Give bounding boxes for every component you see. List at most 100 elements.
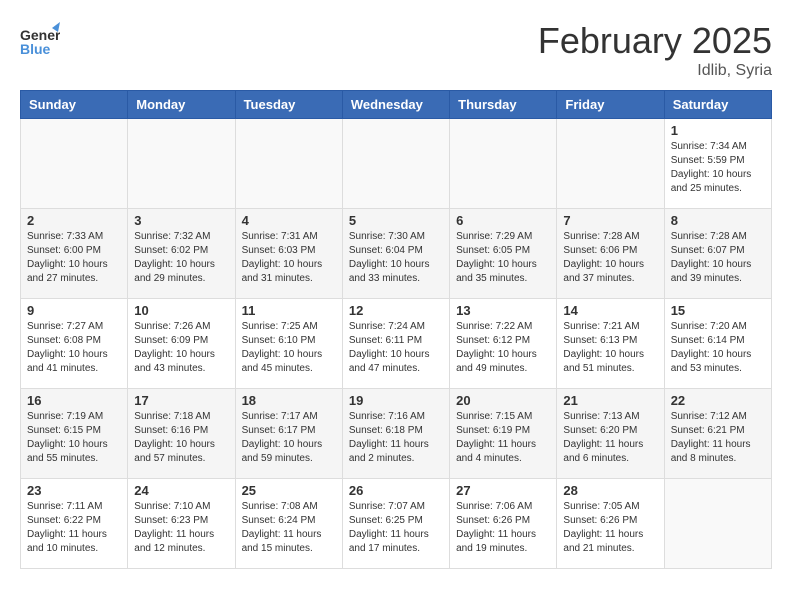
day-info: Sunrise: 7:06 AM Sunset: 6:26 PM Dayligh…: [456, 500, 550, 556]
week-row-5: 23 Sunrise: 7:11 AM Sunset: 6:22 PM Dayli…: [21, 479, 772, 569]
day-number: 21: [563, 393, 657, 408]
day-cell: 1 Sunrise: 7:34 AM Sunset: 5:59 PM Daylig…: [664, 119, 771, 209]
day-cell: [21, 119, 128, 209]
day-info: Sunrise: 7:16 AM Sunset: 6:18 PM Dayligh…: [349, 410, 443, 466]
day-number: 20: [456, 393, 550, 408]
day-info: Sunrise: 7:28 AM Sunset: 6:07 PM Dayligh…: [671, 230, 765, 286]
weekday-header-row: SundayMondayTuesdayWednesdayThursdayFrid…: [21, 91, 772, 119]
weekday-header-friday: Friday: [557, 91, 664, 119]
day-info: Sunrise: 7:17 AM Sunset: 6:17 PM Dayligh…: [242, 410, 336, 466]
weekday-header-saturday: Saturday: [664, 91, 771, 119]
day-cell: 17 Sunrise: 7:18 AM Sunset: 6:16 PM Dayli…: [128, 389, 235, 479]
day-number: 28: [563, 483, 657, 498]
day-info: Sunrise: 7:25 AM Sunset: 6:10 PM Dayligh…: [242, 320, 336, 376]
day-number: 15: [671, 303, 765, 318]
day-number: 12: [349, 303, 443, 318]
day-number: 19: [349, 393, 443, 408]
day-info: Sunrise: 7:21 AM Sunset: 6:13 PM Dayligh…: [563, 320, 657, 376]
day-info: Sunrise: 7:28 AM Sunset: 6:06 PM Dayligh…: [563, 230, 657, 286]
day-number: 13: [456, 303, 550, 318]
day-cell: 24 Sunrise: 7:10 AM Sunset: 6:23 PM Dayli…: [128, 479, 235, 569]
day-info: Sunrise: 7:15 AM Sunset: 6:19 PM Dayligh…: [456, 410, 550, 466]
day-cell: [664, 479, 771, 569]
day-cell: 22 Sunrise: 7:12 AM Sunset: 6:21 PM Dayli…: [664, 389, 771, 479]
day-info: Sunrise: 7:34 AM Sunset: 5:59 PM Dayligh…: [671, 140, 765, 196]
day-number: 14: [563, 303, 657, 318]
day-info: Sunrise: 7:26 AM Sunset: 6:09 PM Dayligh…: [134, 320, 228, 376]
day-info: Sunrise: 7:12 AM Sunset: 6:21 PM Dayligh…: [671, 410, 765, 466]
day-number: 4: [242, 213, 336, 228]
weekday-header-sunday: Sunday: [21, 91, 128, 119]
day-number: 26: [349, 483, 443, 498]
day-cell: 21 Sunrise: 7:13 AM Sunset: 6:20 PM Dayli…: [557, 389, 664, 479]
day-number: 2: [27, 213, 121, 228]
day-cell: 27 Sunrise: 7:06 AM Sunset: 6:26 PM Dayli…: [450, 479, 557, 569]
day-cell: 9 Sunrise: 7:27 AM Sunset: 6:08 PM Daylig…: [21, 299, 128, 389]
day-cell: 16 Sunrise: 7:19 AM Sunset: 6:15 PM Dayli…: [21, 389, 128, 479]
day-cell: 10 Sunrise: 7:26 AM Sunset: 6:09 PM Dayli…: [128, 299, 235, 389]
week-row-2: 2Sunrise: 7:33 AM Sunset: 6:00 PM Daylig…: [21, 209, 772, 299]
day-cell: 20 Sunrise: 7:15 AM Sunset: 6:19 PM Dayli…: [450, 389, 557, 479]
day-number: 1: [671, 123, 765, 138]
week-row-3: 9 Sunrise: 7:27 AM Sunset: 6:08 PM Daylig…: [21, 299, 772, 389]
day-number: 17: [134, 393, 228, 408]
day-info: Sunrise: 7:31 AM Sunset: 6:03 PM Dayligh…: [242, 230, 336, 286]
location-subtitle: Idlib, Syria: [538, 62, 772, 80]
day-number: 11: [242, 303, 336, 318]
day-number: 8: [671, 213, 765, 228]
day-cell: 15 Sunrise: 7:20 AM Sunset: 6:14 PM Dayli…: [664, 299, 771, 389]
day-info: Sunrise: 7:18 AM Sunset: 6:16 PM Dayligh…: [134, 410, 228, 466]
day-info: Sunrise: 7:20 AM Sunset: 6:14 PM Dayligh…: [671, 320, 765, 376]
day-info: Sunrise: 7:05 AM Sunset: 6:26 PM Dayligh…: [563, 500, 657, 556]
day-info: Sunrise: 7:07 AM Sunset: 6:25 PM Dayligh…: [349, 500, 443, 556]
day-cell: 19 Sunrise: 7:16 AM Sunset: 6:18 PM Dayli…: [342, 389, 449, 479]
day-cell: 7Sunrise: 7:28 AM Sunset: 6:06 PM Daylig…: [557, 209, 664, 299]
day-info: Sunrise: 7:24 AM Sunset: 6:11 PM Dayligh…: [349, 320, 443, 376]
day-cell: 25Sunrise: 7:08 AM Sunset: 6:24 PM Dayli…: [235, 479, 342, 569]
calendar-table: SundayMondayTuesdayWednesdayThursdayFrid…: [20, 90, 772, 569]
week-row-1: 1 Sunrise: 7:34 AM Sunset: 5:59 PM Daylig…: [21, 119, 772, 209]
day-cell: [342, 119, 449, 209]
day-number: 10: [134, 303, 228, 318]
weekday-header-wednesday: Wednesday: [342, 91, 449, 119]
day-number: 24: [134, 483, 228, 498]
day-info: Sunrise: 7:27 AM Sunset: 6:08 PM Dayligh…: [27, 320, 121, 376]
day-number: 6: [456, 213, 550, 228]
page-header: General Blue February 2025 Idlib, Syria: [20, 20, 772, 80]
day-number: 5: [349, 213, 443, 228]
day-number: 27: [456, 483, 550, 498]
day-info: Sunrise: 7:19 AM Sunset: 6:15 PM Dayligh…: [27, 410, 121, 466]
day-cell: [128, 119, 235, 209]
month-year-title: February 2025: [538, 20, 772, 62]
day-info: Sunrise: 7:30 AM Sunset: 6:04 PM Dayligh…: [349, 230, 443, 286]
day-cell: 2Sunrise: 7:33 AM Sunset: 6:00 PM Daylig…: [21, 209, 128, 299]
day-info: Sunrise: 7:32 AM Sunset: 6:02 PM Dayligh…: [134, 230, 228, 286]
day-cell: 13 Sunrise: 7:22 AM Sunset: 6:12 PM Dayli…: [450, 299, 557, 389]
weekday-header-tuesday: Tuesday: [235, 91, 342, 119]
day-number: 9: [27, 303, 121, 318]
day-info: Sunrise: 7:08 AM Sunset: 6:24 PM Dayligh…: [242, 500, 336, 556]
day-number: 16: [27, 393, 121, 408]
day-number: 18: [242, 393, 336, 408]
day-cell: [557, 119, 664, 209]
day-info: Sunrise: 7:13 AM Sunset: 6:20 PM Dayligh…: [563, 410, 657, 466]
weekday-header-monday: Monday: [128, 91, 235, 119]
logo: General Blue: [20, 20, 60, 60]
day-cell: 23 Sunrise: 7:11 AM Sunset: 6:22 PM Dayli…: [21, 479, 128, 569]
title-block: February 2025 Idlib, Syria: [538, 20, 772, 80]
day-cell: 6Sunrise: 7:29 AM Sunset: 6:05 PM Daylig…: [450, 209, 557, 299]
day-number: 23: [27, 483, 121, 498]
day-cell: 11 Sunrise: 7:25 AM Sunset: 6:10 PM Dayli…: [235, 299, 342, 389]
day-cell: [235, 119, 342, 209]
day-info: Sunrise: 7:11 AM Sunset: 6:22 PM Dayligh…: [27, 500, 121, 556]
day-cell: 5 Sunrise: 7:30 AM Sunset: 6:04 PM Daylig…: [342, 209, 449, 299]
day-number: 3: [134, 213, 228, 228]
day-cell: 26 Sunrise: 7:07 AM Sunset: 6:25 PM Dayli…: [342, 479, 449, 569]
day-cell: 3 Sunrise: 7:32 AM Sunset: 6:02 PM Daylig…: [128, 209, 235, 299]
day-number: 22: [671, 393, 765, 408]
day-cell: 8 Sunrise: 7:28 AM Sunset: 6:07 PM Daylig…: [664, 209, 771, 299]
day-info: Sunrise: 7:22 AM Sunset: 6:12 PM Dayligh…: [456, 320, 550, 376]
day-info: Sunrise: 7:10 AM Sunset: 6:23 PM Dayligh…: [134, 500, 228, 556]
day-cell: 18 Sunrise: 7:17 AM Sunset: 6:17 PM Dayli…: [235, 389, 342, 479]
day-cell: 14 Sunrise: 7:21 AM Sunset: 6:13 PM Dayli…: [557, 299, 664, 389]
